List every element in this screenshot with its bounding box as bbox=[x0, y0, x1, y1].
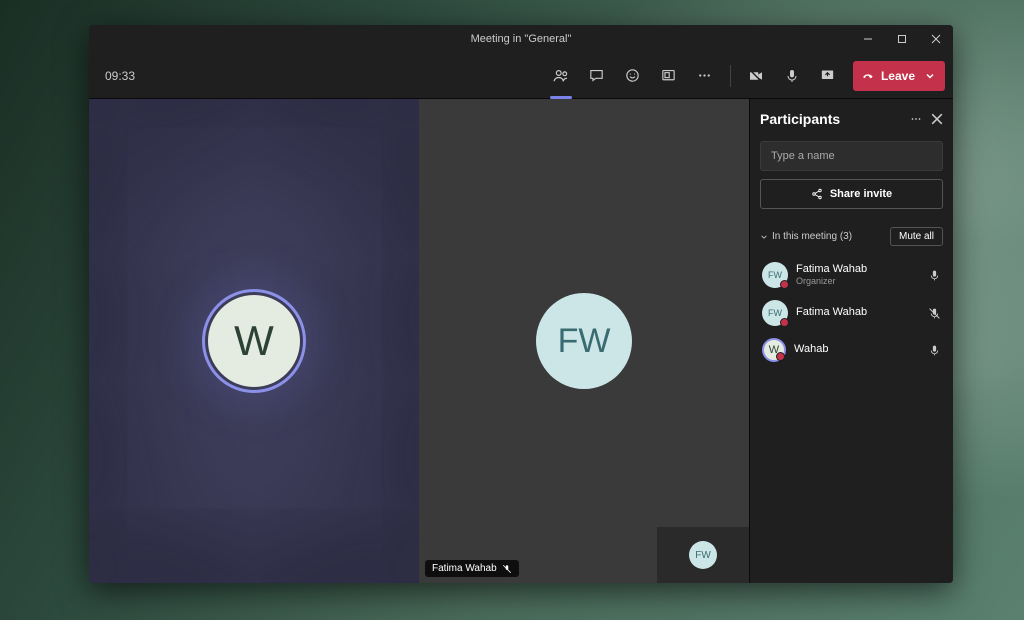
meeting-content: W Wahab FW Fatima Wahab FW Participants bbox=[89, 99, 953, 583]
section-in-meeting[interactable]: In this meeting (3) bbox=[760, 231, 852, 242]
mute-all-button[interactable]: Mute all bbox=[890, 227, 943, 246]
meeting-window: Meeting in "General" 09:33 bbox=[89, 25, 953, 583]
video-grid: W Wahab FW Fatima Wahab FW bbox=[89, 99, 749, 583]
participant-name: Wahab bbox=[794, 343, 920, 356]
panel-close-button[interactable] bbox=[931, 113, 943, 125]
meeting-timer: 09:33 bbox=[105, 69, 135, 83]
video-tile-wahab[interactable]: W Wahab bbox=[89, 99, 419, 583]
meeting-toolbar: 09:33 bbox=[89, 53, 953, 99]
close-button[interactable] bbox=[919, 25, 953, 53]
participant-name: Fatima Wahab bbox=[796, 263, 920, 276]
window-title: Meeting in "General" bbox=[471, 33, 572, 45]
participant-row[interactable]: FW Fatima WahabOrganizer bbox=[760, 256, 943, 294]
maximize-button[interactable] bbox=[885, 25, 919, 53]
presence-dot bbox=[780, 280, 789, 289]
mic-muted-icon bbox=[502, 564, 512, 574]
participant-row[interactable]: W Wahab bbox=[760, 332, 943, 368]
presence-dot bbox=[776, 352, 785, 361]
titlebar: Meeting in "General" bbox=[89, 25, 953, 53]
more-actions-button[interactable] bbox=[688, 59, 722, 93]
mic-icon bbox=[928, 344, 941, 357]
participant-row[interactable]: FW Fatima Wahab bbox=[760, 294, 943, 332]
self-thumbnail[interactable]: FW bbox=[657, 527, 749, 583]
leave-button[interactable]: Leave bbox=[853, 61, 945, 91]
participants-button[interactable] bbox=[544, 59, 578, 93]
camera-button[interactable] bbox=[739, 59, 773, 93]
participant-name: Fatima Wahab bbox=[796, 306, 920, 319]
leave-label: Leave bbox=[881, 69, 915, 83]
avatar: W bbox=[208, 295, 300, 387]
avatar: FW bbox=[762, 262, 788, 288]
participant-info: Wahab bbox=[794, 343, 920, 356]
reactions-button[interactable] bbox=[616, 59, 650, 93]
hangup-icon bbox=[861, 69, 875, 83]
window-controls bbox=[851, 25, 953, 53]
mic-icon bbox=[928, 269, 941, 282]
rooms-button[interactable] bbox=[652, 59, 686, 93]
panel-more-button[interactable] bbox=[909, 112, 923, 126]
minimize-button[interactable] bbox=[851, 25, 885, 53]
toolbar-divider bbox=[730, 65, 731, 87]
presence-dot bbox=[780, 318, 789, 327]
microphone-button[interactable] bbox=[775, 59, 809, 93]
participant-search-input[interactable]: Type a name bbox=[760, 141, 943, 171]
caret-down-icon bbox=[760, 233, 768, 241]
participants-list: FWFatima WahabOrganizerFWFatima WahabWWa… bbox=[760, 256, 943, 368]
avatar: FW bbox=[762, 300, 788, 326]
avatar: FW bbox=[536, 293, 632, 389]
participant-role: Organizer bbox=[796, 276, 920, 287]
participants-panel: Participants Type a name Share invite bbox=[749, 99, 953, 583]
avatar: W bbox=[762, 338, 786, 362]
mic-muted-icon bbox=[928, 307, 941, 320]
share-icon bbox=[811, 188, 823, 200]
share-screen-button[interactable] bbox=[811, 59, 845, 93]
avatar: FW bbox=[689, 541, 717, 569]
participant-info: Fatima WahabOrganizer bbox=[796, 263, 920, 287]
participant-info: Fatima Wahab bbox=[796, 306, 920, 319]
chevron-down-icon bbox=[925, 71, 935, 81]
speaking-ring: W bbox=[202, 289, 306, 393]
panel-title: Participants bbox=[760, 111, 840, 127]
video-tile-fatima[interactable]: FW Fatima Wahab FW bbox=[419, 99, 749, 583]
tile-name-label: Fatima Wahab bbox=[425, 560, 519, 577]
chat-button[interactable] bbox=[580, 59, 614, 93]
share-invite-button[interactable]: Share invite bbox=[760, 179, 943, 209]
